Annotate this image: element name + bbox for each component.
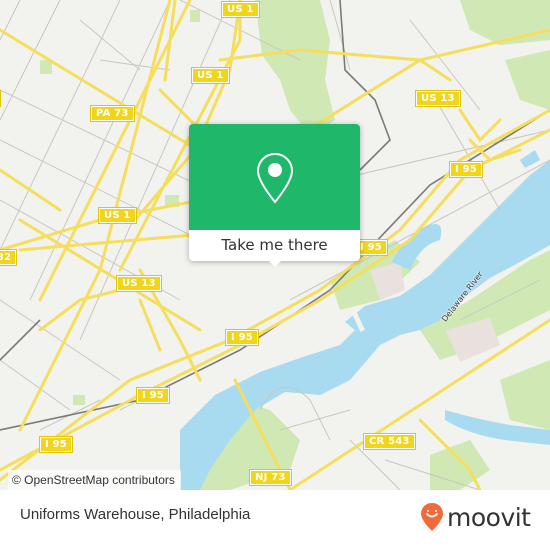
take-me-there-button[interactable]: Take me there <box>189 230 360 261</box>
route-shield-i95: I 95 <box>136 387 170 404</box>
route-shield-us13: US 13 <box>116 275 162 292</box>
map-view[interactable]: US 1 US 1 PA 73 US 1 US 13 US 13 I 95 I … <box>0 0 550 490</box>
route-shield-us1: US 1 <box>191 67 230 84</box>
route-shield-i95: I 95 <box>39 436 73 453</box>
route-shield-nj73: NJ 73 <box>249 469 292 486</box>
footer-bar: Uniforms Warehouse, Philadelphia moovit <box>0 490 550 550</box>
moovit-pin-icon <box>421 503 443 531</box>
moovit-logo[interactable]: moovit <box>420 502 531 532</box>
attribution-text[interactable]: © OpenStreetMap contributors <box>12 473 175 487</box>
map-pin-icon <box>256 152 294 204</box>
route-shield-us1: US 1 <box>98 207 137 224</box>
route-shield-32: 32 <box>0 249 18 266</box>
popup-pointer <box>267 259 283 267</box>
route-shield-pa73: PA 73 <box>90 105 135 122</box>
route-shield-cr543: CR 543 <box>363 433 416 450</box>
route-shield-us13: US 13 <box>415 90 461 107</box>
map-attribution[interactable]: © OpenStreetMap contributors <box>8 470 181 490</box>
pond <box>520 150 540 168</box>
route-shield-i95: I 95 <box>449 161 483 178</box>
popup-header <box>189 124 360 230</box>
route-shield-i95: I 95 <box>225 329 259 346</box>
route-shield-us1: US 1 <box>221 1 260 18</box>
brand-name: moovit <box>447 502 531 532</box>
place-title: Uniforms Warehouse, Philadelphia <box>20 506 251 523</box>
location-popup: Take me there <box>189 124 360 267</box>
